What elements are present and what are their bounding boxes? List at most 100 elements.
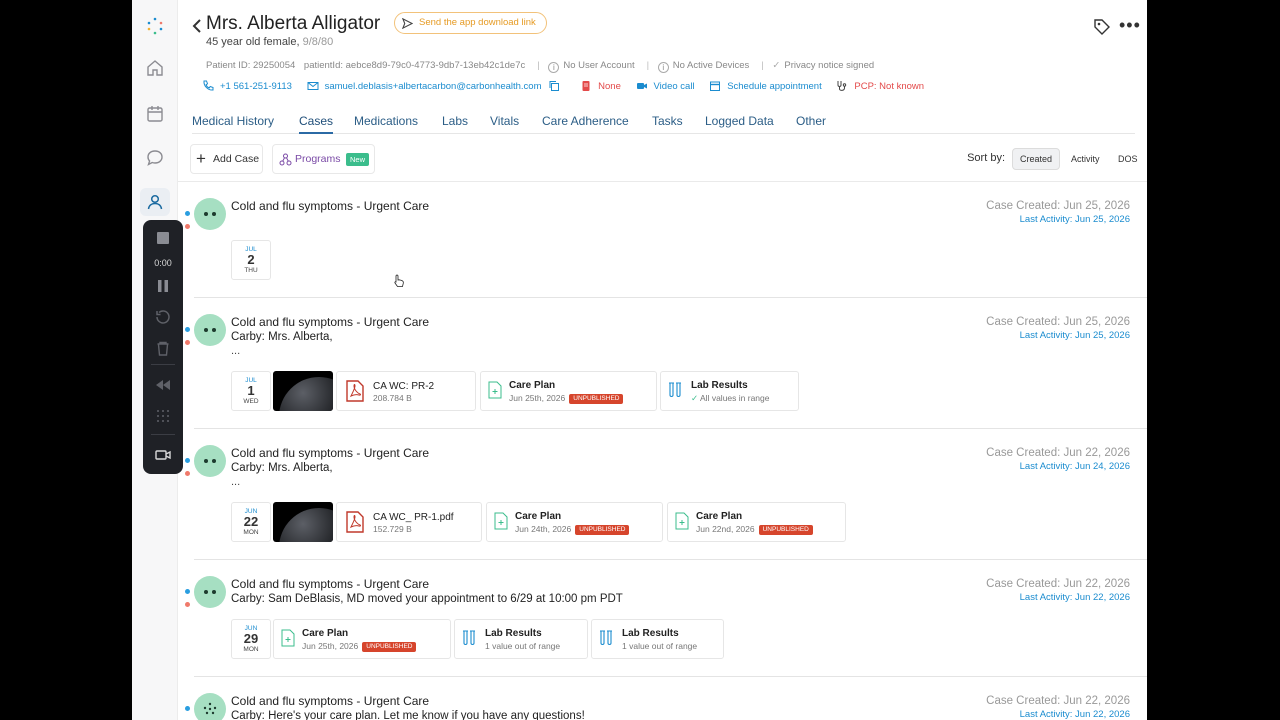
- screen-recorder-panel: 0:00: [143, 220, 183, 474]
- grid-dots-icon[interactable]: [143, 408, 183, 427]
- sort-created[interactable]: Created: [1012, 148, 1061, 170]
- send-download-link-button[interactable]: Send the app download link: [394, 12, 547, 34]
- lab-results-chip[interactable]: Lab Results ✓ All values in range: [660, 371, 799, 411]
- unpublished-badge: UNPUBLISHED: [569, 394, 624, 404]
- pdf-attachment[interactable]: CA WC: PR-2 208.784 B: [336, 371, 476, 411]
- care-plan-chip[interactable]: Care Plan Jun 24th, 2026 UNPUBLISHED: [486, 502, 663, 542]
- case-last-activity: Last Activity: Jun 25, 2026: [1019, 214, 1130, 225]
- alert-status[interactable]: None: [580, 80, 621, 92]
- tab-logged-data[interactable]: Logged Data: [705, 114, 774, 128]
- file-name: CA WC: PR-2: [373, 381, 435, 392]
- pause-icon[interactable]: [143, 278, 183, 297]
- patient-uuid: patientId: aebce8d9-79c0-4773-9db7-13eb4…: [303, 60, 526, 71]
- calendar-icon[interactable]: [145, 104, 165, 124]
- tab-cases[interactable]: Cases: [299, 114, 334, 134]
- tab-care-adherence[interactable]: Care Adherence: [542, 114, 629, 128]
- programs-icon: [279, 153, 292, 166]
- sort-dos[interactable]: DOS: [1111, 148, 1145, 170]
- pdf-attachment[interactable]: CA WC_ PR-1.pdf 152.729 B: [336, 502, 482, 542]
- cases-toolbar: + Add Case Programs New Sort by: Created…: [190, 144, 1145, 176]
- pcp-status[interactable]: PCP: Not known: [836, 80, 924, 92]
- carbon-logo-icon[interactable]: [145, 16, 165, 36]
- tab-medications[interactable]: Medications: [354, 114, 418, 128]
- test-tubes-icon: [600, 630, 612, 646]
- lab-results-chip[interactable]: Lab Results 1 value out of range: [591, 619, 724, 659]
- home-icon[interactable]: [145, 58, 165, 78]
- tab-vitals[interactable]: Vitals: [490, 114, 519, 128]
- case-created: Case Created: Jun 25, 2026: [986, 316, 1130, 328]
- case-title[interactable]: Cold and flu symptoms - Urgent Care: [231, 577, 429, 591]
- care-plan-chip[interactable]: Care Plan Jun 22nd, 2026 UNPUBLISHED: [667, 502, 846, 542]
- add-case-button[interactable]: + Add Case: [190, 144, 263, 174]
- case-title[interactable]: Cold and flu symptoms - Urgent Care: [231, 315, 429, 329]
- patient-tabs: Medical History Cases Medications Labs V…: [192, 112, 1135, 134]
- case-message: Carby: Sam DeBlasis, MD moved your appoi…: [231, 593, 623, 605]
- image-thumbnail[interactable]: [273, 502, 333, 542]
- chat-icon[interactable]: [145, 148, 165, 168]
- carby-avatar: [194, 198, 226, 230]
- camera-icon[interactable]: [143, 447, 183, 466]
- unpublished-badge: UNPUBLISHED: [362, 642, 417, 652]
- care-plan-icon: [488, 381, 502, 399]
- care-plan-date: Jun 24th, 2026: [515, 524, 572, 534]
- restart-icon[interactable]: [143, 309, 183, 328]
- date-chip: JUL 2 THU: [231, 240, 271, 280]
- copy-icon[interactable]: [548, 80, 560, 92]
- case-divider: [194, 676, 1147, 677]
- status-dot: [185, 458, 190, 463]
- carby-avatar: [194, 445, 226, 477]
- phone-icon: [203, 80, 214, 91]
- pdf-file-icon: [346, 380, 364, 402]
- patient-name: Mrs. Alberta Alligator: [206, 13, 381, 34]
- case-created: Case Created: Jun 25, 2026: [986, 200, 1130, 212]
- lab-title: Lab Results: [691, 380, 748, 391]
- delete-icon[interactable]: [143, 340, 183, 359]
- more-options-icon[interactable]: •••: [1119, 16, 1141, 34]
- info-icon: i: [548, 62, 560, 73]
- stop-icon[interactable]: [143, 230, 183, 249]
- mail-icon: [307, 82, 319, 90]
- file-name: CA WC_ PR-1.pdf: [373, 512, 454, 523]
- care-plan-date: Jun 25th, 2026: [509, 393, 566, 403]
- calendar-icon: [710, 81, 721, 91]
- rewind-icon[interactable]: [143, 377, 183, 396]
- status-dot: [185, 706, 190, 711]
- status-dot: [185, 602, 190, 607]
- case-divider: [194, 559, 1147, 560]
- sort-activity[interactable]: Activity: [1064, 148, 1107, 170]
- lab-results-chip[interactable]: Lab Results 1 value out of range: [454, 619, 588, 659]
- email-link[interactable]: samuel.deblasis+albertacarbon@carbonheal…: [307, 80, 566, 92]
- date-weekday: MON: [243, 529, 259, 536]
- case-created: Case Created: Jun 22, 2026: [986, 447, 1130, 459]
- privacy-notice: Privacy notice signed: [784, 60, 875, 71]
- video-call-link[interactable]: Video call: [636, 80, 695, 92]
- tab-medical-history[interactable]: Medical History: [192, 114, 274, 128]
- schedule-appointment-link[interactable]: Schedule appointment: [709, 80, 822, 92]
- case-divider: [194, 428, 1147, 429]
- lab-title: Lab Results: [485, 628, 542, 639]
- image-thumbnail[interactable]: [273, 371, 333, 411]
- case-title[interactable]: Cold and flu symptoms - Urgent Care: [231, 199, 429, 213]
- care-plan-chip[interactable]: Care Plan Jun 25th, 2026 UNPUBLISHED: [480, 371, 657, 411]
- phone-link[interactable]: +1 561-251-9113: [202, 80, 292, 92]
- tab-other[interactable]: Other: [796, 114, 826, 128]
- patient-person-icon[interactable]: [145, 192, 165, 212]
- tab-labs[interactable]: Labs: [442, 114, 468, 128]
- back-chevron-icon[interactable]: [190, 18, 204, 34]
- case-dates: Case Created: Jun 22, 2026 Last Activity…: [986, 695, 1130, 720]
- carby-avatar: [194, 314, 226, 346]
- status-dot: [185, 224, 190, 229]
- care-plan-chip[interactable]: Care Plan Jun 25th, 2026 UNPUBLISHED: [273, 619, 451, 659]
- case-title[interactable]: Cold and flu symptoms - Urgent Care: [231, 446, 429, 460]
- tag-icon[interactable]: [1093, 18, 1111, 36]
- care-plan-icon: [675, 512, 689, 530]
- status-dot: [185, 471, 190, 476]
- case-dates: Case Created: Jun 25, 2026 Last Activity…: [986, 200, 1130, 225]
- date-day: 2: [247, 252, 255, 267]
- carby-avatar: [194, 576, 226, 608]
- file-size: 208.784 B: [373, 393, 412, 403]
- programs-button[interactable]: Programs New: [272, 144, 375, 174]
- case-title[interactable]: Cold and flu symptoms - Urgent Care: [231, 694, 429, 708]
- file-size: 152.729 B: [373, 524, 412, 534]
- tab-tasks[interactable]: Tasks: [652, 114, 683, 128]
